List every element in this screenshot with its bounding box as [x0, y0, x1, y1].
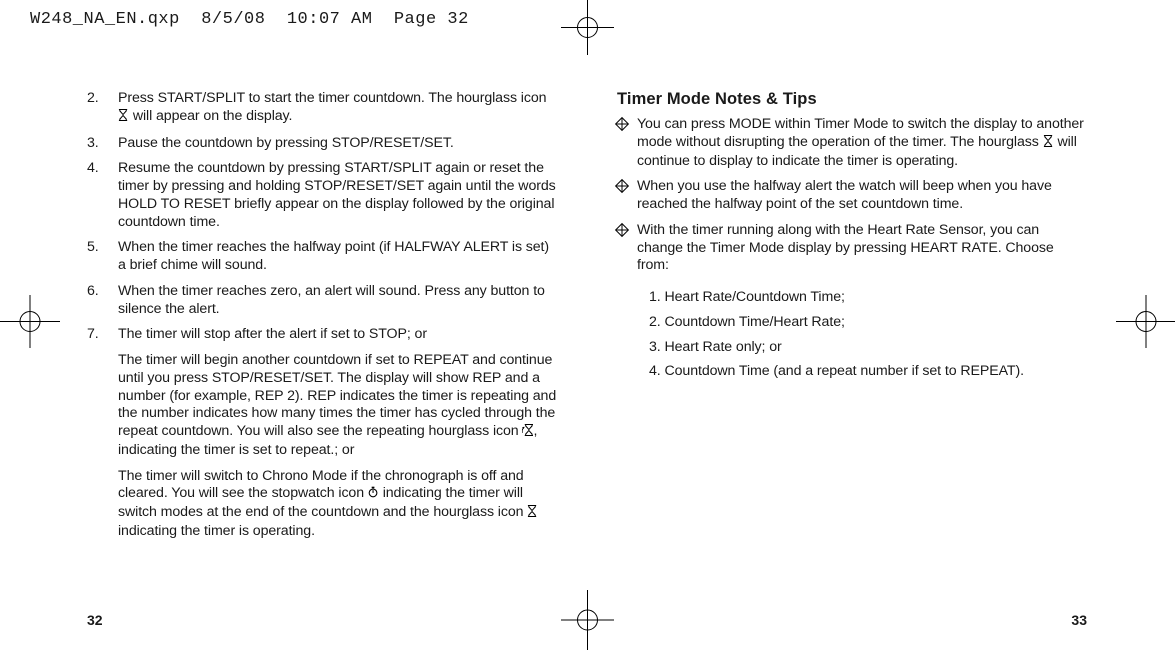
body-text: When you use the halfway alert the watch…: [637, 178, 1052, 212]
body-text: Pause the countdown by pressing STOP/RES…: [118, 135, 454, 151]
body-text: When the timer reaches zero, an alert wi…: [118, 283, 545, 317]
choice-item: 4. Countdown Time (and a repeat number i…: [649, 363, 1087, 381]
hourglass-repeat-icon: [522, 424, 533, 442]
step-item: 4.Resume the countdown by pressing START…: [87, 160, 557, 231]
choice-item: 3. Heart Rate only; or: [649, 339, 1087, 357]
body-text: You can press MODE within Timer Mode to …: [637, 116, 1084, 150]
step-subtext: The timer will switch to Chrono Mode if …: [118, 468, 557, 541]
hourglass-icon: [1043, 135, 1054, 153]
body-text: The timer will stop after the alert if s…: [118, 326, 427, 342]
body-text: With the timer running along with the He…: [637, 222, 1054, 274]
page-spread: 2. Press START/SPLIT to start the timer c…: [87, 90, 1087, 600]
body-text: The timer will begin another countdown i…: [118, 352, 556, 439]
tip-text: When you use the halfway alert the watch…: [637, 178, 1087, 214]
step-item: 7. The timer will stop after the alert if…: [87, 326, 557, 540]
step-subtext: The timer will begin another countdown i…: [118, 352, 557, 460]
hourglass-icon: [118, 109, 129, 127]
tip-item: With the timer running along with the He…: [617, 222, 1087, 275]
body-text: Press START/SPLIT to start the timer cou…: [118, 90, 546, 106]
step-text: Press START/SPLIT to start the timer cou…: [118, 90, 557, 127]
tip-text: With the timer running along with the He…: [637, 222, 1087, 275]
tip-item: When you use the halfway alert the watch…: [617, 178, 1087, 214]
tips-list: You can press MODE within Timer Mode to …: [617, 116, 1087, 283]
step-item: 3. Pause the countdown by pressing STOP/R…: [87, 135, 557, 153]
step-number: 6.: [87, 283, 109, 319]
tip-text: You can press MODE within Timer Mode to …: [637, 116, 1087, 170]
step-number: 3.: [87, 135, 109, 153]
step-number: 7.: [87, 326, 109, 540]
step-list: 2. Press START/SPLIT to start the timer c…: [87, 90, 557, 549]
stopwatch-icon: [368, 486, 379, 504]
step-text: The timer will stop after the alert if s…: [118, 326, 557, 540]
registration-mark-left: [0, 295, 60, 348]
step-number: 2.: [87, 90, 109, 127]
body-text: Resume the countdown by pressing START/S…: [118, 160, 556, 229]
registration-mark-top: [561, 0, 614, 55]
step-number: 5.: [87, 239, 109, 275]
step-item: 6. When the timer reaches zero, an alert …: [87, 283, 557, 319]
body-text: When the timer reaches the halfway point…: [118, 239, 549, 273]
step-text: Resume the countdown by pressing START/S…: [118, 160, 557, 231]
step-item: 2. Press START/SPLIT to start the timer c…: [87, 90, 557, 127]
left-column: 2. Press START/SPLIT to start the timer c…: [87, 90, 562, 600]
page-number-left: 32: [87, 612, 103, 628]
choices-list: 1. Heart Rate/Countdown Time; 2. Countdow…: [617, 289, 1087, 388]
choice-item: 1. Heart Rate/Countdown Time;: [649, 289, 1087, 307]
step-item: 5. When the timer reaches the halfway poi…: [87, 239, 557, 275]
page-number-right: 33: [1071, 612, 1087, 628]
slugline: W248_NA_EN.qxp 8/5/08 10:07 AM Page 32: [30, 10, 469, 29]
registration-mark-right: [1116, 295, 1175, 348]
step-number: 4.: [87, 160, 109, 231]
body-text: will appear on the display.: [129, 108, 292, 124]
tip-item: You can press MODE within Timer Mode to …: [617, 116, 1087, 170]
step-text: When the timer reaches the halfway point…: [118, 239, 557, 275]
body-text: indicating the timer is operating.: [118, 523, 315, 539]
step-text: Pause the countdown by pressing STOP/RES…: [118, 135, 557, 153]
choice-item: 2. Countdown Time/Heart Rate;: [649, 314, 1087, 332]
hourglass-icon: [527, 505, 538, 523]
section-heading: Timer Mode Notes & Tips: [617, 90, 1087, 109]
step-text: When the timer reaches zero, an alert wi…: [118, 283, 557, 319]
right-column: Timer Mode Notes & Tips You can press MO…: [612, 90, 1087, 600]
